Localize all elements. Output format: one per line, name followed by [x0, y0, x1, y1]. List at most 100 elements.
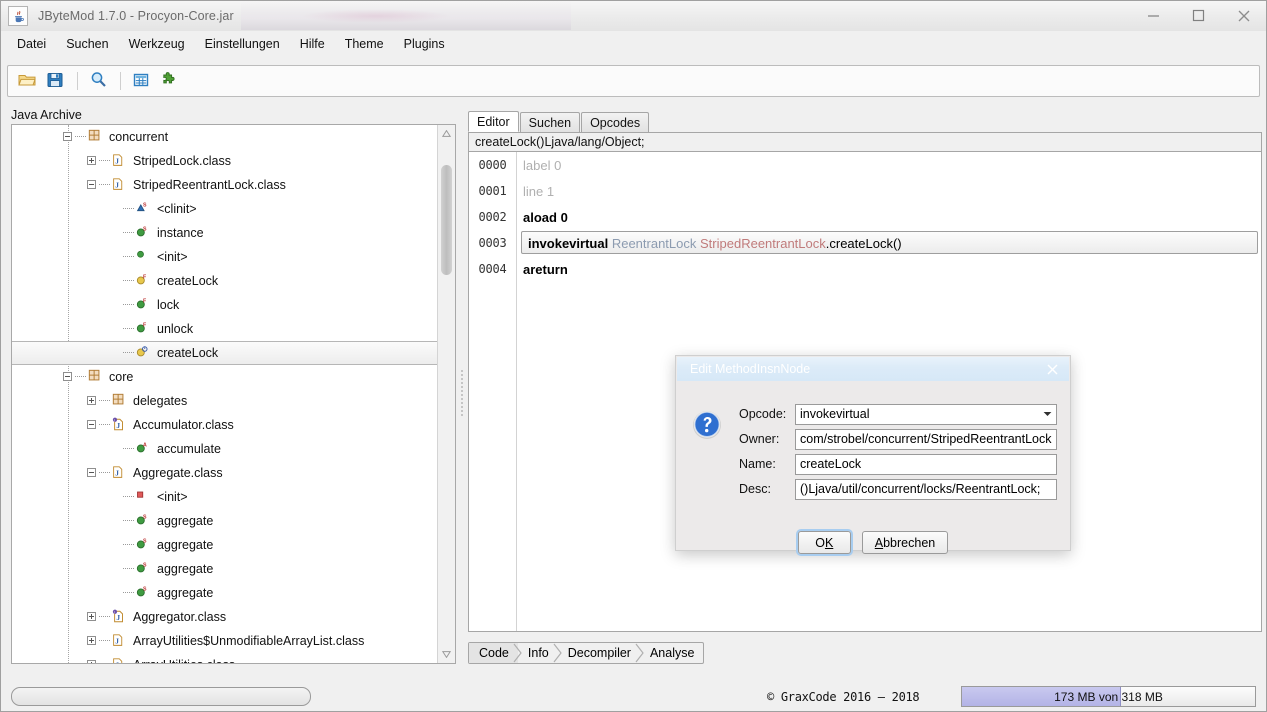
tree-item[interactable]: J I Aggregator.class: [12, 605, 437, 629]
tree-connector: [99, 640, 110, 642]
tree-expander-plus-icon[interactable]: [86, 155, 99, 168]
dialog-close-button[interactable]: [1043, 360, 1061, 378]
tree-connector: [75, 376, 86, 378]
tree-item[interactable]: Flock: [12, 293, 437, 317]
desc-input[interactable]: ()Ljava/util/concurrent/locks/ReentrantL…: [795, 478, 1057, 500]
tree-item[interactable]: J ArrayUtilities.class: [12, 653, 437, 663]
bottom-tab-info[interactable]: Info: [518, 643, 562, 663]
plugins-button[interactable]: [156, 68, 182, 94]
tree-item[interactable]: Saggregate: [12, 581, 437, 605]
close-button[interactable]: [1221, 1, 1266, 30]
tree-item[interactable]: J StripedReentrantLock.class: [12, 173, 437, 197]
bytecode-index: 0004: [478, 262, 507, 276]
bottom-tab-code[interactable]: Code: [469, 643, 522, 663]
bottom-tab-analyse[interactable]: Analyse: [640, 643, 703, 663]
tree-item[interactable]: J I Accumulator.class: [12, 413, 437, 437]
interface-class-icon: JI: [112, 417, 128, 433]
save-button[interactable]: [42, 68, 68, 94]
tree-expander-minus-icon[interactable]: [86, 179, 99, 192]
tree-item[interactable]: S <clinit>: [12, 197, 437, 221]
open-folder-button[interactable]: [14, 68, 40, 94]
tab-suchen[interactable]: Suchen: [519, 112, 581, 132]
bytecode-text: label 0: [523, 157, 562, 173]
java-archive-tree[interactable]: concurrent J StripedLock.class J StripedReen…: [11, 124, 456, 664]
tree-expander-minus-icon[interactable]: [86, 467, 99, 480]
status-progress-field[interactable]: [11, 687, 311, 706]
svg-text:J: J: [116, 421, 120, 430]
tree-expander-plus-icon[interactable]: [86, 611, 99, 624]
menu-datei[interactable]: Datei: [7, 33, 56, 55]
field-static-icon: S: [136, 513, 152, 529]
tree-leaf-spacer: [110, 347, 123, 360]
tree-expander-plus-icon[interactable]: [86, 659, 99, 663]
tree-item[interactable]: Sinstance: [12, 221, 437, 245]
menu-hilfe[interactable]: Hilfe: [290, 33, 335, 55]
tree-expander-minus-icon[interactable]: [62, 131, 75, 144]
tree-item[interactable]: delegates: [12, 389, 437, 413]
maximize-button[interactable]: [1176, 1, 1221, 30]
tree-item[interactable]: J StripedLock.class: [12, 149, 437, 173]
ok-button[interactable]: OK: [797, 531, 851, 554]
owner-input[interactable]: com/strobel/concurrent/StripedReentrantL…: [795, 428, 1057, 450]
menu-suchen[interactable]: Suchen: [56, 33, 118, 55]
search-button[interactable]: [85, 68, 111, 94]
bytecode-row[interactable]: 0003 invokevirtual ReentrantLock StripedR…: [469, 230, 1261, 256]
svg-text:J: J: [115, 180, 119, 189]
minimize-button[interactable]: [1131, 1, 1176, 30]
tree-item[interactable]: core: [12, 365, 437, 389]
chevron-down-icon[interactable]: [1038, 404, 1056, 424]
method-signature: createLock()Ljava/lang/Object;: [468, 132, 1262, 151]
tree-item[interactable]: J Aggregate.class: [12, 461, 437, 485]
name-input[interactable]: createLock: [795, 453, 1057, 475]
menu-plugins[interactable]: Plugins: [394, 33, 455, 55]
bytecode-row[interactable]: 0004 areturn: [469, 256, 1261, 282]
tab-opcodes[interactable]: Opcodes: [581, 112, 650, 132]
tree-item[interactable]: <init>: [12, 245, 437, 269]
bytecode-row[interactable]: 0002 aload 0: [469, 204, 1261, 230]
bytecode-row[interactable]: 0001 line 1: [469, 178, 1261, 204]
package-icon: [88, 369, 104, 385]
scroll-up-arrow-icon[interactable]: [438, 125, 455, 142]
tree-expander-minus-icon[interactable]: [86, 419, 99, 432]
opcode-select[interactable]: invokevirtual: [795, 403, 1057, 425]
titlebar-artifact: [241, 1, 571, 30]
tree-leaf-spacer: [110, 491, 123, 504]
method-abstract-icon: A: [136, 441, 152, 457]
tree-expander-plus-icon[interactable]: [86, 635, 99, 648]
menu-einstellungen[interactable]: Einstellungen: [195, 33, 290, 55]
tree-item[interactable]: Saggregate: [12, 557, 437, 581]
scroll-thumb[interactable]: [441, 165, 452, 275]
dialog-label-owner: Owner:: [739, 432, 780, 446]
tree-vertical-scrollbar[interactable]: [437, 125, 455, 663]
field-static-icon: S: [136, 585, 152, 601]
tree-connector: [123, 448, 134, 450]
tree-expander-plus-icon[interactable]: [86, 395, 99, 408]
scroll-down-arrow-icon[interactable]: [438, 646, 455, 663]
tree-item[interactable]: Saggregate: [12, 533, 437, 557]
tree-expander-minus-icon[interactable]: [62, 371, 75, 384]
tree-item[interactable]: FcreateLock: [12, 269, 437, 293]
tree-item[interactable]: <init>: [12, 485, 437, 509]
bytecode-row[interactable]: 0000 label 0: [469, 152, 1261, 178]
tab-editor[interactable]: Editor: [468, 111, 519, 132]
method-final-icon: F: [136, 321, 152, 337]
window-titlebar: JByteMod 1.7.0 - Procyon-Core.jar: [1, 1, 1266, 32]
toolbar-separator-1: [77, 72, 78, 90]
menu-werkzeug[interactable]: Werkzeug: [119, 33, 195, 55]
dialog-title: Edit MethodInsnNode: [690, 362, 811, 376]
tree-item[interactable]: Aaccumulate: [12, 437, 437, 461]
bottom-tab-decompiler[interactable]: Decompiler: [558, 643, 644, 663]
tree-item[interactable]: Funlock: [12, 317, 437, 341]
tree-leaf-spacer: [110, 323, 123, 336]
memory-usage-bar[interactable]: 173 MB von 318 MB: [961, 686, 1256, 707]
java-coffee-cup-icon: [8, 6, 28, 26]
tree-item[interactable]: Saggregate: [12, 509, 437, 533]
menu-theme[interactable]: Theme: [335, 33, 394, 55]
cancel-button[interactable]: Abbrechen: [861, 531, 949, 554]
table-button[interactable]: [128, 68, 154, 94]
split-pane-divider[interactable]: [457, 124, 466, 664]
tree-item[interactable]: J ArrayUtilities$UnmodifiableArrayList.cl…: [12, 629, 437, 653]
tree-item[interactable]: createLock: [12, 341, 437, 365]
tree-item[interactable]: concurrent: [12, 125, 437, 149]
copyright-label: © GraxCode 2016 – 2018: [767, 690, 920, 704]
